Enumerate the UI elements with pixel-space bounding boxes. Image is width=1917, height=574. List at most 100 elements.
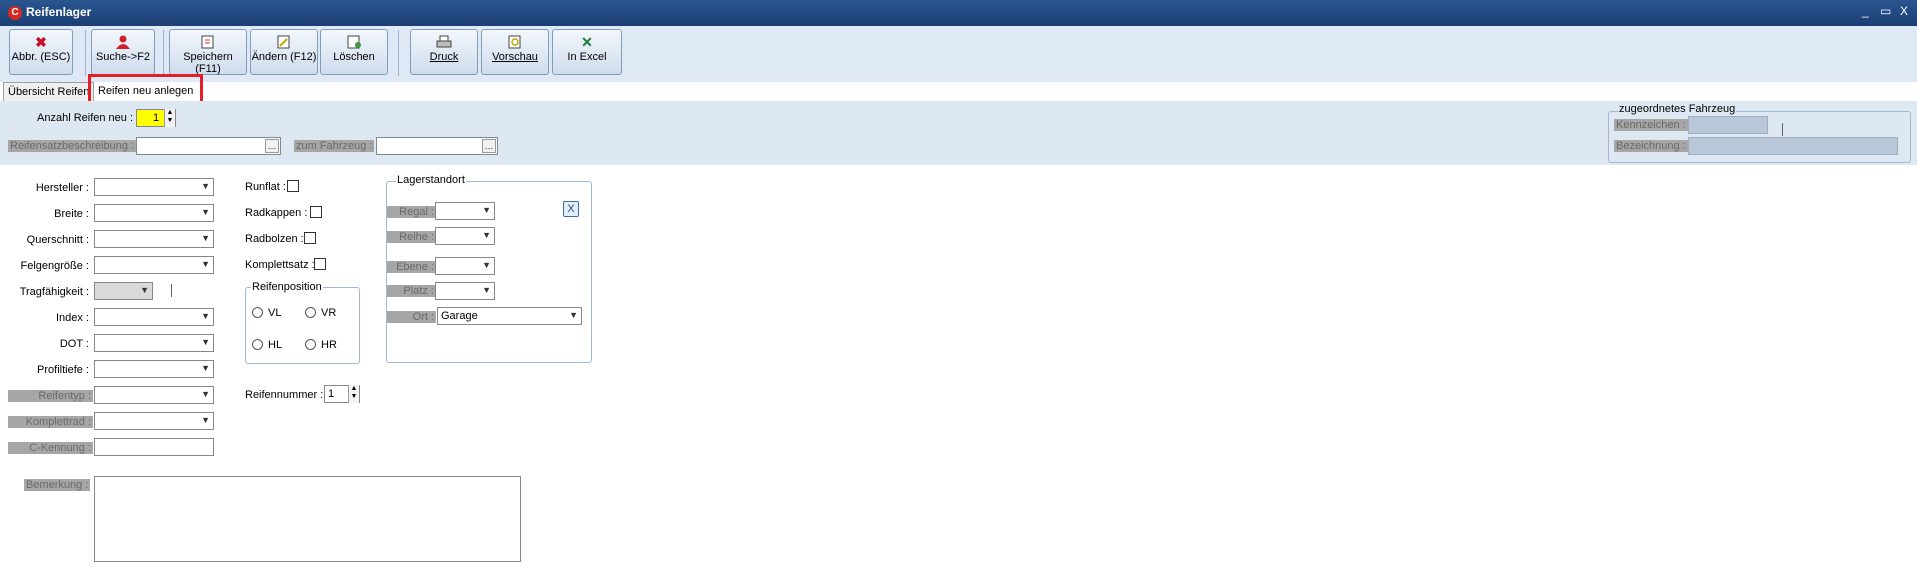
chevron-down-icon: ▼ [569, 310, 578, 320]
chevron-down-icon: ▼ [482, 230, 491, 240]
count-label: Anzahl Reifen neu : [37, 112, 134, 124]
radio-vr[interactable] [305, 307, 316, 318]
app-logo-icon: C [8, 6, 22, 20]
tire-number-stepper[interactable]: 1 ▲ ▼ [324, 385, 360, 403]
stepper-arrows-icon[interactable]: ▲ ▼ [164, 109, 175, 127]
tread-depth-select[interactable]: ▼ [94, 360, 214, 378]
runflat-checkbox[interactable] [287, 180, 299, 192]
preview-button[interactable]: Vorschau [481, 29, 549, 75]
search-label: Suche->F2 [95, 51, 151, 63]
delete-label: Löschen [333, 51, 375, 63]
delete-button[interactable]: Löschen [320, 29, 388, 75]
person-icon [114, 35, 132, 49]
preview-icon [506, 35, 524, 49]
width-label: Breite : [54, 208, 89, 220]
radio-vl-label: VL [268, 307, 282, 319]
edit-label: Ändern (F12) [251, 51, 317, 63]
complete-wheel-label: Komplettrad : [8, 416, 93, 428]
ellipsis-icon[interactable]: … [265, 139, 279, 153]
index-select[interactable]: ▼ [94, 308, 214, 326]
slot-label: Platz : [387, 285, 436, 297]
shelf-label: Regal : [387, 206, 436, 218]
chevron-down-icon: ▼ [482, 285, 491, 295]
hubcaps-label: Radkappen : [245, 207, 308, 219]
minimize-button[interactable]: _ [1862, 4, 1869, 18]
cross-section-select[interactable]: ▼ [94, 230, 214, 248]
chevron-down-icon: ▼ [201, 259, 210, 269]
stepper-arrows-icon[interactable]: ▲ ▼ [348, 385, 359, 403]
radio-hl-label: HL [268, 339, 283, 351]
set-description-input[interactable]: … [136, 137, 281, 155]
print-button[interactable]: Druck [410, 29, 478, 75]
divider [171, 284, 172, 297]
hubcaps-checkbox[interactable] [310, 206, 322, 218]
width-select[interactable]: ▼ [94, 204, 214, 222]
wheel-bolts-checkbox[interactable] [304, 232, 316, 244]
wheel-bolts-label: Radbolzen : [245, 233, 304, 245]
cross-section-label: Querschnitt : [26, 234, 89, 246]
window-title: Reifenlager [26, 5, 92, 19]
edit-button[interactable]: Ändern (F12) [250, 29, 318, 75]
manufacturer-select[interactable]: ▼ [94, 178, 214, 196]
set-description-label: Reifensatzbeschreibung : [8, 140, 137, 152]
assigned-vehicle-title: zugeordnetes Fahrzeug [1618, 103, 1737, 115]
tire-count-value: 1 [153, 112, 160, 124]
tire-position-title: Reifenposition [251, 281, 323, 293]
slot-select[interactable]: ▼ [435, 282, 495, 300]
tire-count-stepper[interactable]: 1 ▲ ▼ [136, 109, 176, 127]
storage-title: Lagerstandort [396, 174, 466, 186]
vehicle-input[interactable]: … [376, 137, 498, 155]
radio-hr-label: HR [321, 339, 337, 351]
chevron-down-icon: ▼ [482, 205, 491, 215]
chevron-down-icon: ▼ [201, 363, 210, 373]
tire-type-select[interactable]: ▼ [94, 386, 214, 404]
toolbar-separator [163, 30, 164, 76]
shelf-select[interactable]: ▼ [435, 202, 495, 220]
row-select[interactable]: ▼ [435, 227, 495, 245]
chevron-down-icon: ▼ [201, 207, 210, 217]
c-marking-input[interactable] [94, 438, 214, 456]
plate-field [1688, 116, 1768, 134]
designation-field [1688, 137, 1898, 155]
load-capacity-label: Tragfähigkeit : [19, 286, 89, 298]
remark-textarea[interactable] [94, 476, 521, 562]
rim-size-select[interactable]: ▼ [94, 256, 214, 274]
radio-hl[interactable] [252, 339, 263, 350]
red-x-icon: ✖ [35, 34, 47, 50]
radio-vl[interactable] [252, 307, 263, 318]
dot-select[interactable]: ▼ [94, 334, 214, 352]
tire-position-group [245, 287, 360, 364]
location-select[interactable]: Garage ▼ [437, 307, 582, 325]
chevron-down-icon: ▼ [140, 285, 149, 295]
tab-overview[interactable]: Übersicht Reifen [3, 82, 95, 101]
level-select[interactable]: ▼ [435, 257, 495, 275]
tire-type-label: Reifentyp : [8, 390, 93, 402]
delete-icon [345, 35, 363, 49]
chevron-down-icon: ▼ [201, 389, 210, 399]
remark-label: Bemerkung : [24, 479, 90, 491]
preview-label: Vorschau [492, 51, 538, 63]
tab-strip: Übersicht Reifen Reifen neu anlegen [0, 82, 1917, 102]
excel-icon: ✕ [581, 34, 593, 50]
ellipsis-icon[interactable]: … [482, 139, 496, 153]
save-button[interactable]: Speichern (F11) [169, 29, 247, 75]
complete-set-checkbox[interactable] [314, 258, 326, 270]
close-button[interactable]: X [1900, 4, 1908, 18]
cancel-button[interactable]: ✖ Abbr. (ESC) [9, 29, 73, 75]
level-label: Ebene : [387, 261, 436, 273]
restore-button[interactable]: ▭ [1880, 4, 1891, 18]
runflat-label: Runflat : [245, 181, 286, 193]
save-icon [199, 35, 217, 49]
load-capacity-select[interactable]: ▼ [94, 282, 153, 300]
print-label: Druck [429, 51, 459, 63]
radio-hr[interactable] [305, 339, 316, 350]
excel-button[interactable]: ✕ In Excel [552, 29, 622, 75]
complete-wheel-select[interactable]: ▼ [94, 412, 214, 430]
printer-icon [435, 35, 453, 49]
tread-depth-label: Profiltiefe : [37, 364, 89, 376]
focus-highlight-box [88, 74, 203, 104]
chevron-down-icon: ▼ [201, 311, 210, 321]
c-marking-label: C-Kennung : [8, 442, 93, 454]
clear-location-button[interactable]: X [563, 201, 579, 217]
search-button[interactable]: Suche->F2 [91, 29, 155, 75]
